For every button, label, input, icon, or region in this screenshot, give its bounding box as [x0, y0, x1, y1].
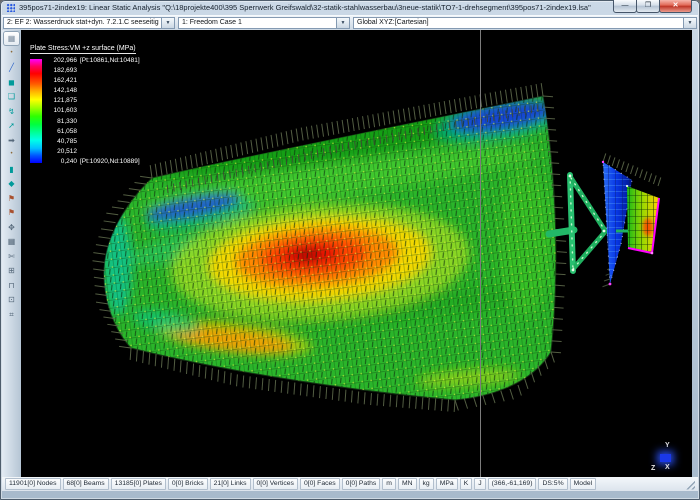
status-paths[interactable]: 0[0] Paths: [342, 478, 381, 490]
axis-triad: Y Z X: [651, 442, 692, 476]
legend-tick: 81,330: [47, 118, 140, 125]
copy-tool-icon[interactable]: ✄: [4, 250, 19, 263]
brick-tool-icon[interactable]: ❑: [4, 90, 19, 103]
close-button[interactable]: ✕: [659, 0, 692, 13]
status-coordinates: (366,-61,169): [488, 478, 537, 490]
status-beams[interactable]: 68[0] Beams: [63, 478, 109, 490]
app-window: 395pos71-2index19: Linear Static Analysi…: [0, 0, 700, 500]
point-tool-icon[interactable]: •: [4, 148, 19, 161]
status-unit-mass[interactable]: kg: [419, 478, 434, 490]
chevron-down-icon[interactable]: ▼: [161, 18, 174, 28]
beam-tool-icon[interactable]: ╱: [4, 61, 19, 74]
title-bar[interactable]: 395pos71-2index19: Linear Static Analysi…: [0, 0, 700, 15]
axis-z-label: Z: [651, 465, 655, 472]
cylinder-tool-icon[interactable]: ▮: [4, 163, 19, 176]
select-grid-icon[interactable]: ▦: [4, 32, 19, 45]
legend-title: Plate Stress:VM +z surface (MPa): [30, 45, 136, 54]
legend-ticks: 202,966[Pt:10861,Nd:10481] 182,693 162,4…: [47, 57, 140, 165]
grid-plus-icon[interactable]: ⊞: [4, 264, 19, 277]
freedom-case-value: 1: Freedom Case 1: [179, 18, 336, 28]
status-faces[interactable]: 0[0] Faces: [300, 478, 340, 490]
status-unit-energy[interactable]: J: [474, 478, 485, 490]
status-mode[interactable]: Model: [570, 478, 597, 490]
status-vertices[interactable]: 0[0] Vertices: [253, 478, 298, 490]
status-unit-length[interactable]: m: [382, 478, 396, 490]
legend-tick: 61,058: [47, 128, 140, 135]
maximize-button[interactable]: ❐: [636, 0, 660, 13]
legend-tick: 142,148: [47, 87, 140, 94]
box-select-icon[interactable]: ⊡: [4, 293, 19, 306]
legend-tick: 101,603: [47, 107, 140, 114]
case-toolbar: 2: EF 2: Wasserdruck stat+dyn. 7.2.1.C s…: [2, 15, 698, 30]
legend-tick: 182,693: [47, 67, 140, 74]
restraint-flag-icon[interactable]: ⚑: [4, 206, 19, 219]
axis-x-label: X: [665, 464, 670, 471]
result-case-value: 2: EF 2: Wasserdruck stat+dyn. 7.2.1.C s…: [4, 18, 161, 28]
blue-web-plate: [602, 161, 632, 286]
status-unit-temp[interactable]: K: [460, 478, 473, 490]
legend-tick: 40,785: [47, 138, 140, 145]
axis-origin-cube: [660, 454, 671, 462]
legend-tick-min: 0,240[Pt:10920,Nd:10889]: [47, 158, 140, 165]
status-unit-force[interactable]: MN: [398, 478, 417, 490]
freedom-case-dropdown[interactable]: 1: Freedom Case 1 ▼: [178, 17, 350, 29]
entity-toolbar: ▦ • ╱ ◼ ❑ ↯ ➚ ➡ • ▮ ◆ ⚑ ⚑ ✥ ▦ ✄ ⊞ ⊓ ⊡ ⌗: [2, 30, 21, 477]
window-title: 395pos71-2index19: Linear Static Analysi…: [19, 3, 614, 12]
result-case-dropdown[interactable]: 2: EF 2: Wasserdruck stat+dyn. 7.2.1.C s…: [3, 17, 175, 29]
legend-tick-max: 202,966[Pt:10861,Nd:10481]: [47, 57, 140, 64]
legend-colorbar: [30, 59, 42, 163]
coordinate-system-dropdown[interactable]: Global XYZ:[Cartesian] ▼: [353, 17, 697, 29]
status-nodes[interactable]: 11901[0] Nodes: [5, 478, 61, 490]
model-viewport[interactable]: Plate Stress:VM +z surface (MPa) 202,966…: [21, 30, 692, 477]
vertex-tool-icon[interactable]: ➚: [4, 119, 19, 132]
status-links[interactable]: 21[0] Links: [210, 478, 251, 490]
move-tool-icon[interactable]: ✥: [4, 221, 19, 234]
status-bar: 11901[0] Nodes 68[0] Beams 13185[0] Plat…: [2, 477, 698, 491]
minimize-button[interactable]: —: [613, 0, 637, 13]
grid-table-icon[interactable]: ▦: [4, 235, 19, 248]
viewport-divider: [480, 30, 481, 477]
chevron-down-icon[interactable]: ▼: [683, 18, 696, 28]
node-tool-icon[interactable]: •: [4, 47, 19, 60]
mesh-tool-icon[interactable]: ⌗: [4, 308, 19, 321]
status-bricks[interactable]: 0[0] Bricks: [168, 478, 208, 490]
patch-tool-icon[interactable]: ◆: [4, 177, 19, 190]
legend: Plate Stress:VM +z surface (MPa) 202,966…: [30, 37, 140, 165]
link-tool-icon[interactable]: ↯: [4, 105, 19, 118]
resize-grip[interactable]: [684, 479, 695, 490]
app-icon: [6, 3, 15, 12]
status-unit-stress[interactable]: MPa: [436, 478, 458, 490]
clamp-tool-icon[interactable]: ⊓: [4, 279, 19, 292]
chevron-down-icon[interactable]: ▼: [336, 18, 349, 28]
legend-tick: 162,421: [47, 77, 140, 84]
status-draw-scale[interactable]: DS:5%: [538, 478, 567, 490]
coordinate-system-value: Global XYZ:[Cartesian]: [354, 18, 683, 28]
attachment-flag-icon[interactable]: ⚑: [4, 192, 19, 205]
legend-tick: 20,512: [47, 148, 140, 155]
plate-tool-icon[interactable]: ◼: [4, 76, 19, 89]
legend-tick: 121,875: [47, 97, 140, 104]
status-plates[interactable]: 13185[0] Plates: [111, 478, 166, 490]
face-tool-icon[interactable]: ➡: [4, 134, 19, 147]
axis-y-label: Y: [665, 442, 670, 449]
window-controls: — ❐ ✕: [614, 0, 692, 13]
